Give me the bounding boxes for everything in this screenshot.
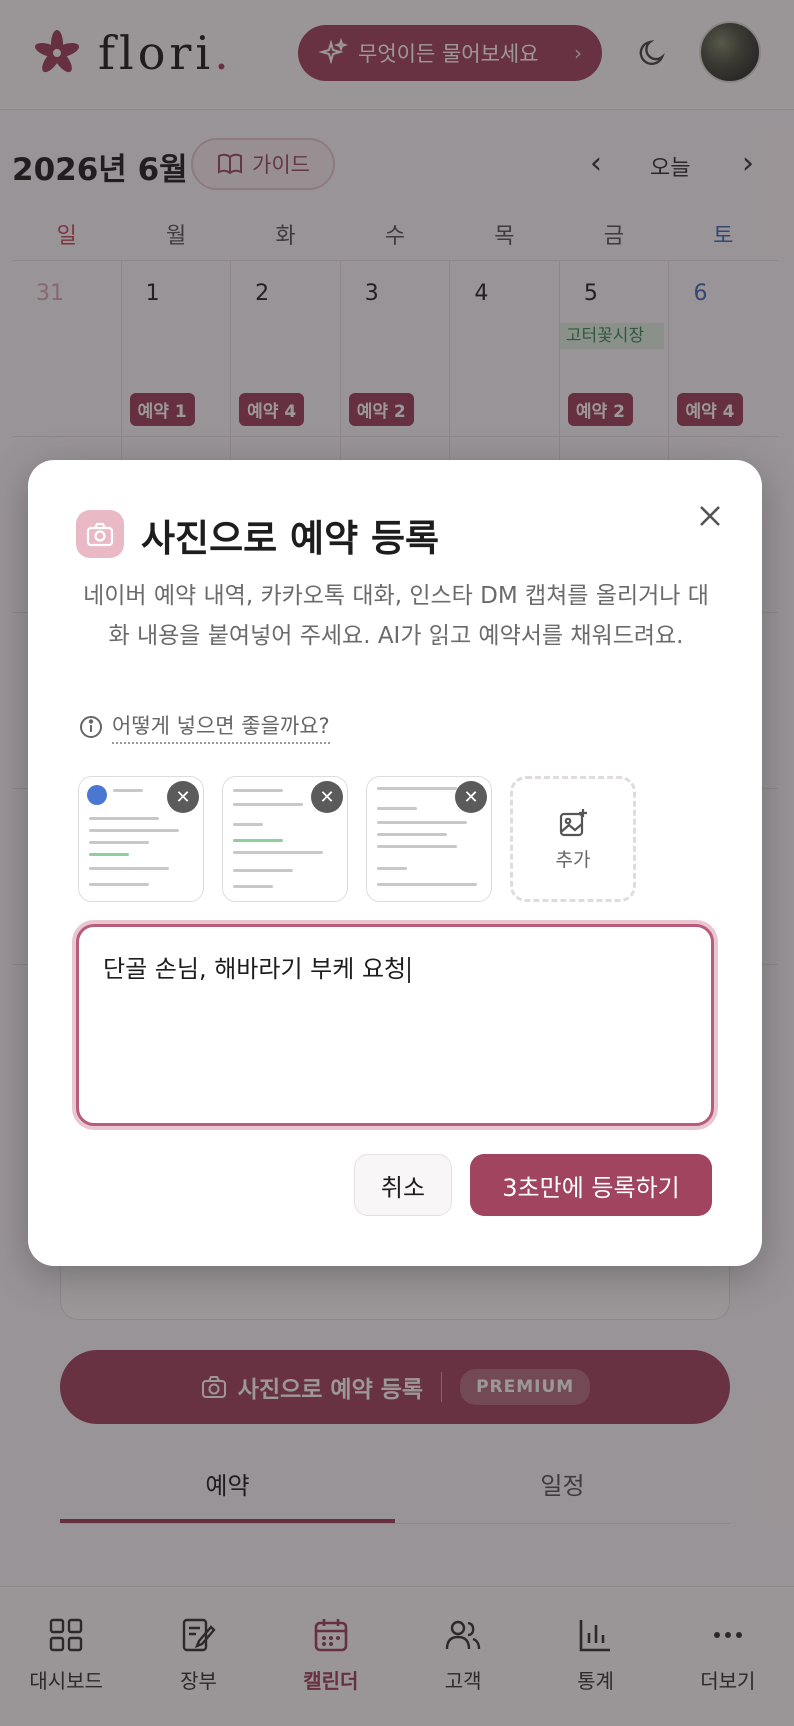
modal-title: 사진으로 예약 등록 <box>141 517 440 560</box>
thumb-line <box>233 803 303 806</box>
thumb-line <box>377 867 407 870</box>
thumb-line <box>377 833 447 836</box>
modal-description: 네이버 예약 내역, 카카오톡 대화, 인스타 DM 캡쳐를 올리거나 대화 내… <box>83 583 709 649</box>
add-image-button[interactable]: 추가 <box>510 776 636 902</box>
thumb-line <box>233 851 323 854</box>
thumb-line <box>113 789 143 792</box>
thumb-line <box>233 839 283 842</box>
camera-icon <box>86 522 114 547</box>
help-link-label: 어떻게 넣으면 좋을까요? <box>112 710 330 744</box>
text-caret <box>408 957 411 983</box>
thumb-line <box>89 883 149 886</box>
thumb-line <box>377 787 457 790</box>
thumb-line <box>377 821 467 824</box>
thumb-line <box>89 817 159 820</box>
thumb-line <box>377 883 477 886</box>
uploaded-image-thumb[interactable]: ✕ <box>222 776 348 902</box>
profile-dot <box>87 785 107 805</box>
uploaded-images: ✕ ✕ ✕ 추가 <box>78 776 636 902</box>
thumb-line <box>233 869 293 872</box>
thumb-line <box>377 845 457 848</box>
submit-register-button[interactable]: 3초만에 등록하기 <box>470 1154 712 1216</box>
thumb-line <box>233 789 283 792</box>
thumb-line <box>89 841 149 844</box>
modal-camera-badge <box>76 510 124 558</box>
info-icon <box>80 716 102 738</box>
reservation-text-input[interactable]: 단골 손님, 해바라기 부케 요청 <box>76 924 714 1126</box>
thumb-line <box>89 829 179 832</box>
thumb-line <box>89 853 129 856</box>
thumb-line <box>233 823 263 826</box>
thumb-line <box>233 885 273 888</box>
thumb-line <box>89 867 169 870</box>
add-image-label: 추가 <box>555 848 591 871</box>
cancel-button[interactable]: 취소 <box>354 1154 452 1216</box>
uploaded-image-thumb[interactable]: ✕ <box>78 776 204 902</box>
photo-reservation-modal: 사진으로 예약 등록 네이버 예약 내역, 카카오톡 대화, 인스타 DM 캡쳐… <box>28 460 762 1266</box>
help-link[interactable]: 어떻게 넣으면 좋을까요? <box>78 710 330 744</box>
add-image-icon <box>559 808 587 836</box>
remove-image-button[interactable]: ✕ <box>167 781 199 813</box>
remove-image-button[interactable]: ✕ <box>311 781 343 813</box>
uploaded-image-thumb[interactable]: ✕ <box>366 776 492 902</box>
close-icon[interactable] <box>690 496 730 536</box>
thumb-line <box>377 807 417 810</box>
text-input-value: 단골 손님, 해바라기 부케 요청 <box>103 955 407 983</box>
remove-image-button[interactable]: ✕ <box>455 781 487 813</box>
